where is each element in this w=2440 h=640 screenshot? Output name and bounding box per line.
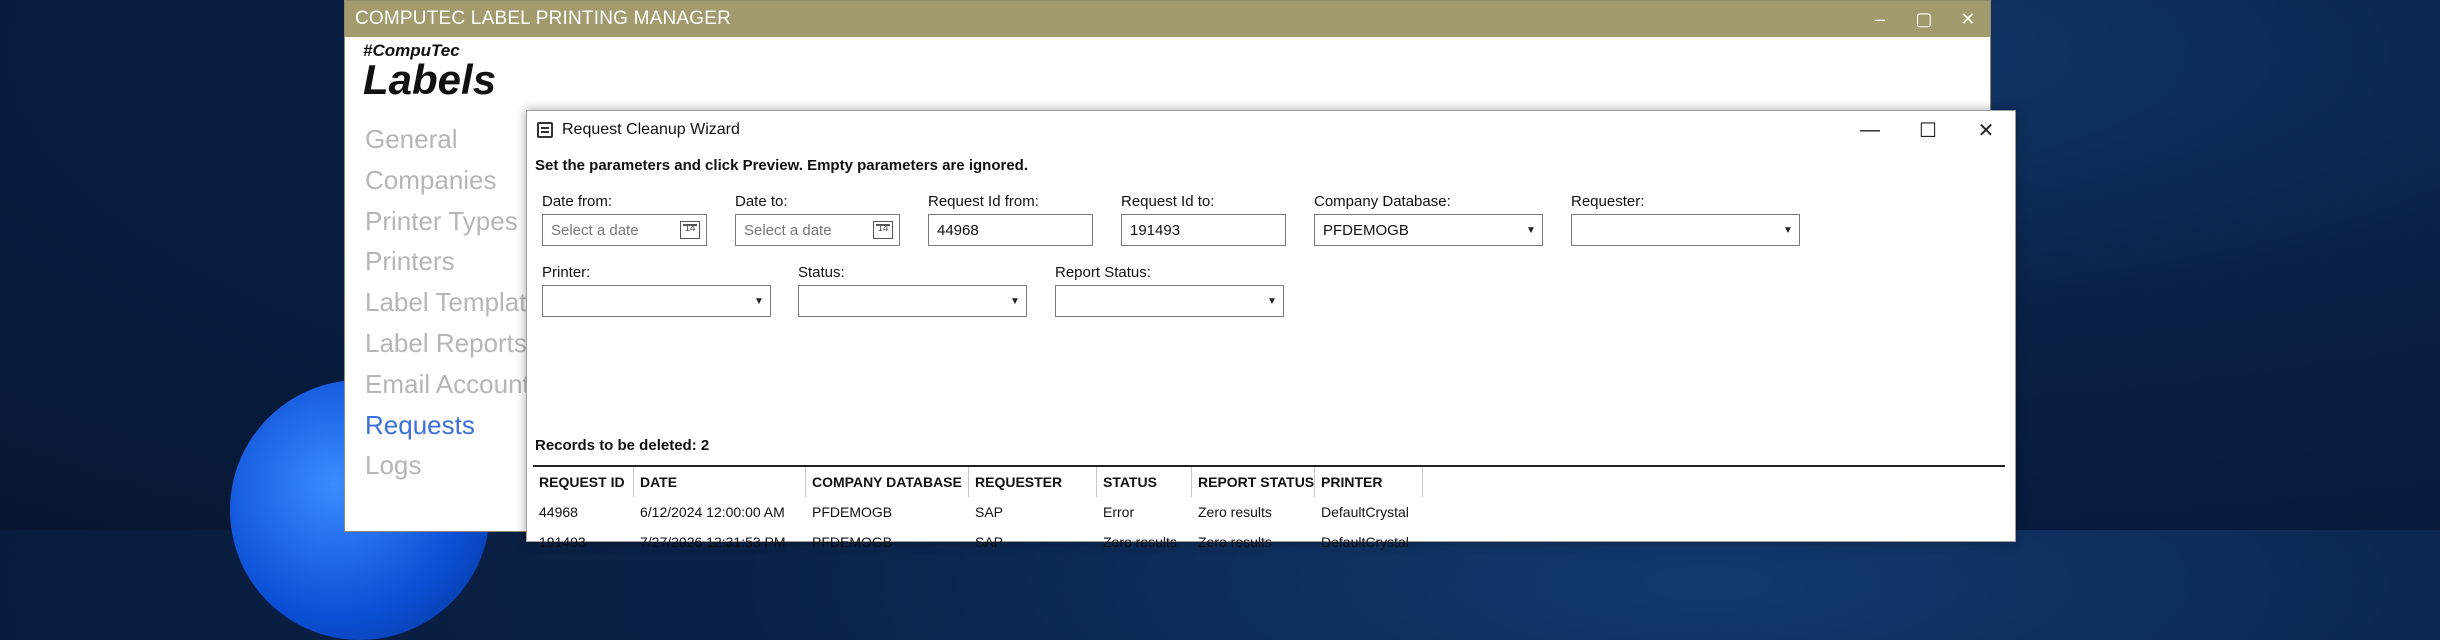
date-to-label: Date to: bbox=[735, 193, 788, 210]
report-status-label: Report Status: bbox=[1055, 264, 1151, 281]
status-select[interactable]: ▼ bbox=[798, 285, 1027, 317]
requester-field: Requester: ▼ bbox=[1571, 193, 1800, 246]
dialog-window-controls: — ☐ ✕ bbox=[1841, 111, 2015, 149]
cell-report-status: Zero results bbox=[1198, 534, 1272, 550]
date-to-picker[interactable]: Select a date 14 bbox=[735, 214, 900, 246]
request-id-from-field: Request Id from: 44968 bbox=[928, 193, 1093, 246]
cell-printer: DefaultCrystal bbox=[1321, 534, 1409, 550]
table-row[interactable]: 191493 7/27/2026 12:31:53 PM PFDEMOGB SA… bbox=[533, 527, 2005, 557]
printer-select[interactable]: ▼ bbox=[542, 285, 771, 317]
date-to-field: Date to: Select a date 14 bbox=[735, 193, 900, 246]
company-database-select[interactable]: PFDEMOGB ▼ bbox=[1314, 214, 1543, 246]
cell-company-database: PFDEMOGB bbox=[812, 504, 893, 520]
request-id-from-label: Request Id from: bbox=[928, 193, 1039, 210]
cell-printer: DefaultCrystal bbox=[1321, 504, 1409, 520]
chevron-down-icon[interactable]: ▼ bbox=[1520, 225, 1542, 236]
records-count-text: Records to be deleted: 2 bbox=[535, 437, 710, 454]
cell-date: 7/27/2026 12:31:53 PM bbox=[640, 534, 786, 550]
status-label: Status: bbox=[798, 264, 845, 281]
window-controls: – ▢ ✕ bbox=[1858, 1, 1990, 37]
chevron-down-icon[interactable]: ▼ bbox=[1777, 225, 1799, 236]
request-id-to-label: Request Id to: bbox=[1121, 193, 1215, 210]
calendar-icon[interactable]: 14 bbox=[873, 221, 893, 239]
table-row[interactable]: 44968 6/12/2024 12:00:00 AM PFDEMOGB SAP… bbox=[533, 497, 2005, 527]
date-from-field: Date from: Select a date 14 bbox=[542, 193, 707, 246]
cell-requester: SAP bbox=[975, 504, 1004, 520]
column-header-date[interactable]: DATE bbox=[634, 467, 806, 497]
records-table: REQUEST ID DATE COMPANY DATABASE REQUEST… bbox=[533, 465, 2005, 557]
company-database-label: Company Database: bbox=[1314, 193, 1451, 210]
request-id-to-input[interactable]: 191493 bbox=[1121, 214, 1286, 246]
chevron-down-icon[interactable]: ▼ bbox=[1004, 296, 1026, 307]
cell-request-id: 191493 bbox=[539, 534, 586, 550]
date-to-placeholder: Select a date bbox=[744, 221, 832, 239]
column-header-company-database[interactable]: COMPANY DATABASE bbox=[806, 467, 969, 497]
company-database-field: Company Database: PFDEMOGB ▼ bbox=[1314, 193, 1543, 246]
table-header: REQUEST ID DATE COMPANY DATABASE REQUEST… bbox=[533, 467, 2005, 497]
printer-field: Printer: ▼ bbox=[542, 264, 771, 317]
column-header-report-status[interactable]: REPORT STATUS bbox=[1192, 467, 1315, 497]
column-header-printer[interactable]: PRINTER bbox=[1315, 467, 1423, 497]
minimize-icon[interactable]: — bbox=[1841, 111, 1899, 149]
printer-label: Printer: bbox=[542, 264, 591, 281]
column-header-requester[interactable]: REQUESTER bbox=[969, 467, 1097, 497]
maximize-icon[interactable]: ☐ bbox=[1899, 111, 1957, 149]
maximize-icon[interactable]: ▢ bbox=[1902, 1, 1946, 37]
report-status-select[interactable]: ▼ bbox=[1055, 285, 1284, 317]
request-id-to-field: Request Id to: 191493 bbox=[1121, 193, 1286, 246]
cell-status: Error bbox=[1103, 504, 1135, 520]
status-field: Status: ▼ bbox=[798, 264, 1027, 317]
cell-requester: SAP bbox=[975, 534, 1004, 550]
date-from-picker[interactable]: Select a date 14 bbox=[542, 214, 707, 246]
dialog-titlebar[interactable]: Request Cleanup Wizard — ☐ ✕ bbox=[527, 111, 2015, 149]
request-id-from-input[interactable]: 44968 bbox=[928, 214, 1093, 246]
dialog-title: Request Cleanup Wizard bbox=[562, 121, 740, 138]
cell-report-status: Zero results bbox=[1198, 504, 1272, 520]
wizard-window-icon bbox=[537, 122, 553, 138]
date-from-placeholder: Select a date bbox=[551, 221, 639, 239]
app-title: COMPUTEC LABEL PRINTING MANAGER bbox=[355, 8, 732, 29]
request-cleanup-wizard: Request Cleanup Wizard — ☐ ✕ Set the par… bbox=[526, 110, 2016, 550]
column-header-status[interactable]: STATUS bbox=[1097, 467, 1192, 497]
minimize-icon[interactable]: – bbox=[1858, 1, 1902, 37]
app-titlebar[interactable]: COMPUTEC LABEL PRINTING MANAGER – ▢ ✕ bbox=[345, 1, 1990, 37]
instructions-text: Set the parameters and click Preview. Em… bbox=[535, 157, 1028, 174]
requester-label: Requester: bbox=[1571, 193, 1645, 210]
cell-company-database: PFDEMOGB bbox=[812, 534, 893, 550]
close-icon[interactable]: ✕ bbox=[1946, 1, 1990, 37]
cell-date: 6/12/2024 12:00:00 AM bbox=[640, 504, 785, 520]
chevron-down-icon[interactable]: ▼ bbox=[1261, 296, 1283, 307]
company-database-value: PFDEMOGB bbox=[1323, 221, 1409, 239]
cell-status: Zero results bbox=[1103, 534, 1177, 550]
close-icon[interactable]: ✕ bbox=[1957, 111, 2015, 149]
logo: #CompuTec Labels bbox=[363, 41, 497, 103]
column-header-request-id[interactable]: REQUEST ID bbox=[533, 467, 634, 497]
logo-name: Labels bbox=[363, 56, 497, 103]
requester-select[interactable]: ▼ bbox=[1571, 214, 1800, 246]
chevron-down-icon[interactable]: ▼ bbox=[748, 296, 770, 307]
date-from-label: Date from: bbox=[542, 193, 613, 210]
calendar-icon[interactable]: 14 bbox=[680, 221, 700, 239]
cell-request-id: 44968 bbox=[539, 504, 578, 520]
report-status-field: Report Status: ▼ bbox=[1055, 264, 1284, 317]
request-id-to-value: 191493 bbox=[1130, 221, 1181, 239]
request-id-from-value: 44968 bbox=[937, 221, 979, 239]
